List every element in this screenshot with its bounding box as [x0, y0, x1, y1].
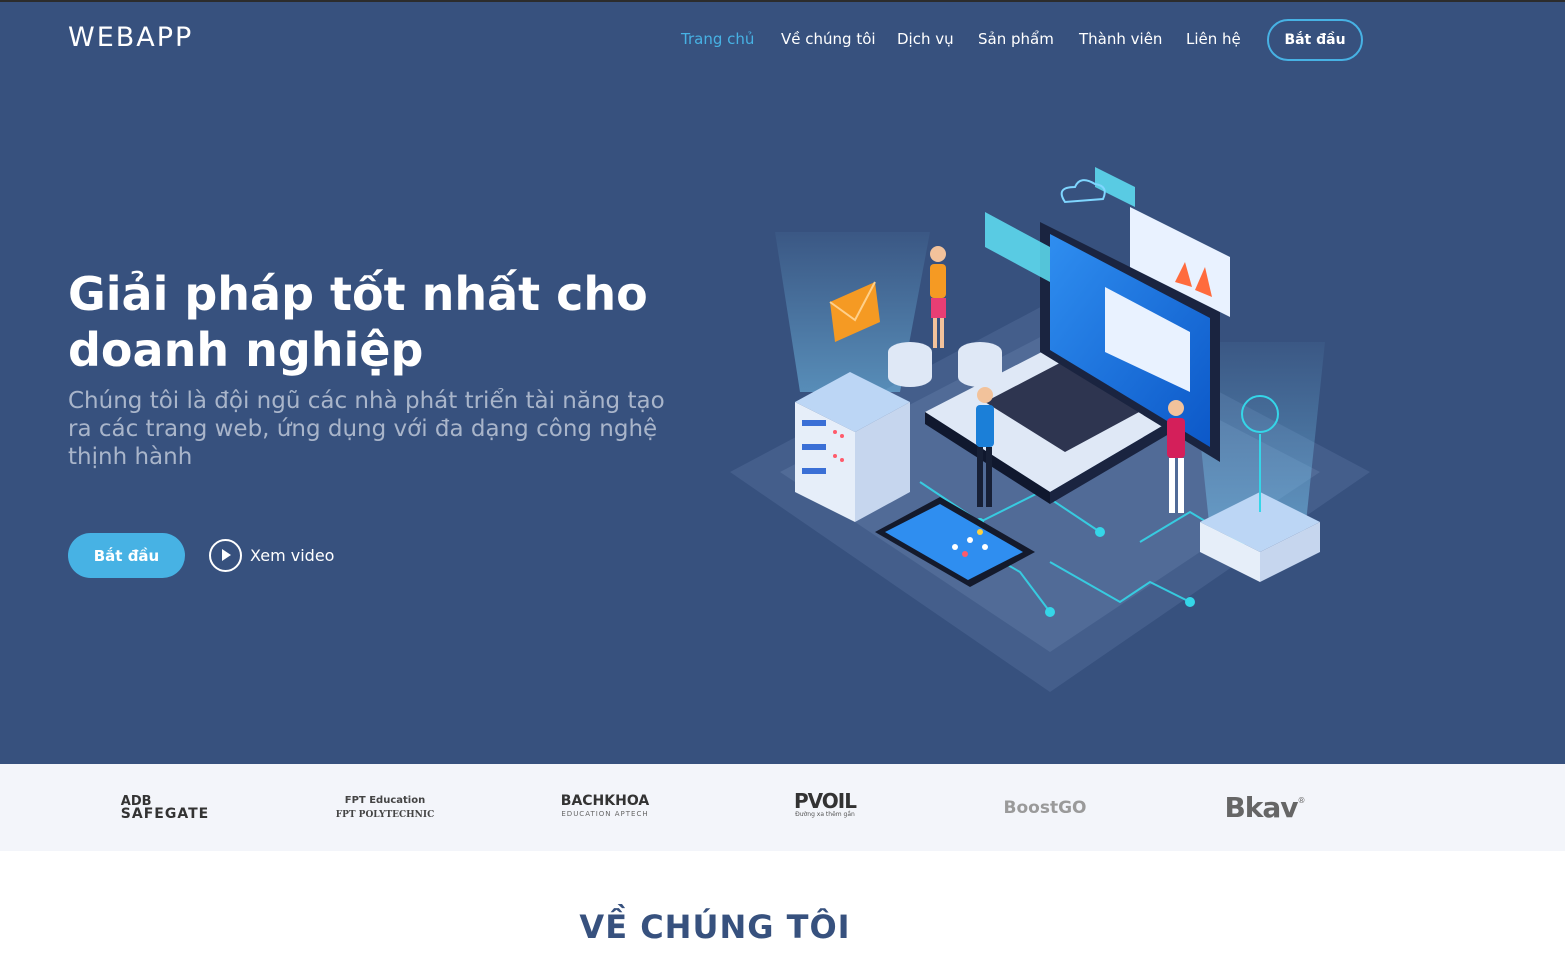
header-start-button[interactable]: Bắt đầu [1267, 19, 1363, 61]
nav-services[interactable]: Dịch vụ [897, 30, 954, 48]
client-bkav-line1: Bkav [1224, 791, 1298, 824]
client-boostgo-line1: BoostGO [1003, 797, 1087, 818]
hero-title: Giải pháp tốt nhất cho doanh nghiệp [68, 266, 688, 378]
client-pvoil-line2: Đường xa thêm gần [795, 810, 855, 818]
client-logo-bachkhoa[interactable]: BACHKHOA EDUCATION APTECH [550, 764, 660, 851]
hero-start-button[interactable]: Bắt đầu [68, 533, 185, 578]
client-logo-fpt[interactable]: FPT Education FPT POLYTECHNIC [330, 764, 440, 851]
hero-illustration [730, 167, 1370, 692]
hero-title-line1: Giải pháp tốt nhất cho [68, 267, 648, 321]
client-logo-pvoil[interactable]: PVOIL Đường xa thêm gần [770, 764, 880, 851]
client-bkav-line2: ® [1297, 796, 1306, 805]
nav-home[interactable]: Trang chủ [681, 30, 754, 48]
client-fpt-line2: FPT POLYTECHNIC [335, 809, 435, 820]
about-section-title: VỀ CHÚNG TÔI [579, 908, 851, 946]
nav-products[interactable]: Sản phẩm [978, 30, 1054, 48]
hero-title-line2: doanh nghiệp [68, 323, 424, 377]
client-logo-boostgo[interactable]: BoostGO [990, 764, 1100, 851]
client-logo-bkav[interactable]: Bkav ® [1210, 764, 1320, 851]
client-bachkhoa-line2: EDUCATION APTECH [561, 809, 649, 818]
nav-contact[interactable]: Liên hệ [1186, 30, 1241, 48]
watch-video-label: Xem video [250, 545, 335, 565]
clients-bar: ADB SAFEGATE FPT Education FPT POLYTECHN… [0, 764, 1565, 851]
watch-video-button[interactable]: Xem video [209, 538, 334, 572]
hero-subtitle: Chúng tôi là đội ngũ các nhà phát triển … [68, 388, 665, 470]
client-logo-adb[interactable]: ADB SAFEGATE [110, 764, 220, 851]
client-adb-line2: SAFEGATE [120, 805, 210, 822]
client-bachkhoa-line1: BACHKHOA [560, 792, 650, 809]
client-pvoil-line1: PVOIL [794, 788, 857, 813]
nav-team[interactable]: Thành viên [1079, 30, 1162, 48]
nav-about[interactable]: Về chúng tôi [781, 30, 876, 48]
client-fpt-line1: FPT Education [344, 794, 426, 806]
hero-section: WEBAPP Trang chủ Về chúng tôi Dịch vụ Sả… [0, 0, 1565, 764]
play-icon [209, 538, 242, 572]
